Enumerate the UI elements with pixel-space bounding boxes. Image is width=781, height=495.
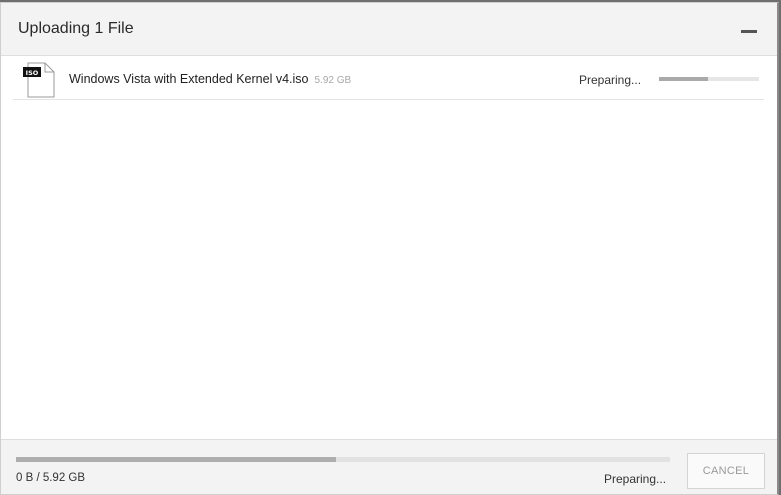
file-status: Preparing... — [579, 73, 642, 87]
file-progress-bar — [659, 77, 759, 81]
minimize-icon[interactable] — [739, 21, 759, 41]
bytes-transferred: 0 B / 5.92 GB — [16, 472, 86, 484]
dialog-header: Uploading 1 File — [1, 3, 777, 56]
dialog-title: Uploading 1 File — [18, 20, 134, 37]
footer-status: Preparing... — [604, 472, 667, 486]
total-progress-bar — [16, 457, 670, 462]
file-type-label: ISO — [26, 69, 39, 77]
file-size: 5.92 GB — [314, 75, 352, 86]
file-name: Windows Vista with Extended Kernel v4.is… — [69, 72, 309, 86]
cancel-button[interactable]: CANCEL — [687, 453, 765, 489]
dialog-footer: 0 B / 5.92 GB Preparing... CANCEL — [1, 439, 777, 494]
file-name-line: Windows Vista with Extended Kernel v4.is… — [69, 72, 351, 86]
file-row: ISO Windows Vista with Extended Kernel v… — [13, 58, 764, 100]
upload-dialog: Uploading 1 File ISO Windows Vista with … — [0, 2, 779, 495]
total-progress-fill — [16, 457, 337, 462]
iso-file-icon: ISO — [23, 62, 55, 98]
file-progress-fill — [659, 77, 708, 81]
